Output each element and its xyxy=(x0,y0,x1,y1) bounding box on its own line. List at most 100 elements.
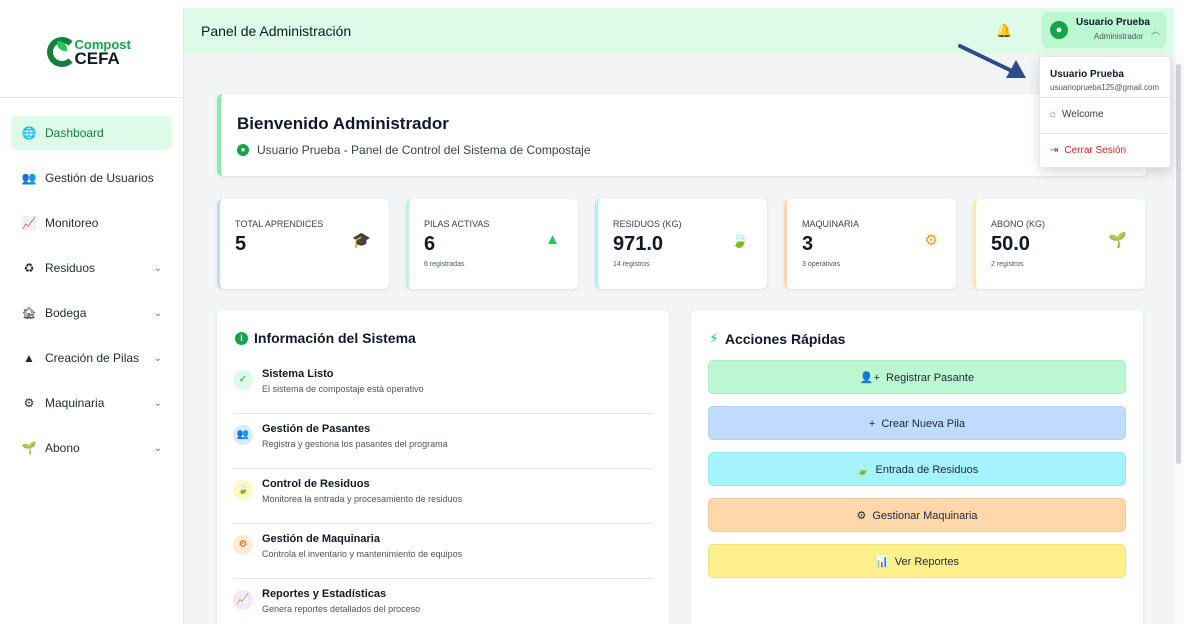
sidebar-item-residuos[interactable]: ♻ Residuos ⌄ xyxy=(11,251,172,285)
stat-value: 6 xyxy=(424,233,436,255)
user-dropdown-menu: Usuario Prueba usuarioprueba125@gmail.co… xyxy=(1039,56,1171,168)
bolt-icon: ⚡ xyxy=(709,330,719,346)
sidebar-item-label: Residuos xyxy=(45,261,96,275)
registrar-pasante-button[interactable]: 👤+ Registrar Pasante xyxy=(708,360,1126,394)
gestionar-maquinaria-button[interactable]: ⚙ Gestionar Maquinaria xyxy=(708,498,1126,532)
cogs-icon: ⚙ xyxy=(23,396,35,410)
stat-label: ABONO (KG) xyxy=(991,219,1046,229)
stat-label: MAQUINARIA xyxy=(802,219,860,229)
user-menu-button[interactable]: ● Usuario Prueba Administrador ︿ xyxy=(1042,12,1166,48)
entrada-residuos-button[interactable]: 🍃 Entrada de Residuos xyxy=(708,452,1126,486)
dropdown-user-name: Usuario Prueba xyxy=(1050,69,1124,80)
sidebar-item-abono[interactable]: 🌱 Abono ⌄ xyxy=(11,431,172,465)
welcome-title: Bienvenido Administrador xyxy=(237,114,449,133)
cogs-icon: ⚙ xyxy=(233,535,253,555)
divider xyxy=(1040,97,1170,98)
chevron-down-icon: ⌄ xyxy=(153,442,162,454)
info-item-title: Control de Residuos xyxy=(262,478,370,490)
chevron-down-icon: ⌄ xyxy=(153,397,162,409)
info-circle-icon: i xyxy=(235,331,248,345)
plus-icon: + xyxy=(868,418,876,430)
leaf-icon: 🍃 xyxy=(233,480,253,500)
info-item-title: Gestión de Pasantes xyxy=(262,423,371,435)
user-name: Usuario Prueba xyxy=(1076,17,1150,28)
chart-line-icon: 📈 xyxy=(21,216,37,230)
recycle-icon: ♻ xyxy=(23,261,35,275)
menu-item-logout[interactable]: ⇥ Cerrar Sesión xyxy=(1050,145,1126,156)
leaf-icon: 🍃 xyxy=(855,464,870,476)
cogs-icon: ⚙ xyxy=(924,232,938,249)
sidebar-item-maquinaria[interactable]: ⚙ Maquinaria ⌄ xyxy=(11,386,172,420)
sidebar-item-monitoreo[interactable]: 📈 Monitoreo xyxy=(11,206,172,240)
brand-logo[interactable]: Compost CEFA xyxy=(0,8,183,98)
chevron-down-icon: ⌄ xyxy=(153,262,162,274)
info-item-title: Sistema Listo xyxy=(262,368,334,380)
mountain-icon: ▲ xyxy=(23,351,35,365)
sidebar-item-label: Dashboard xyxy=(45,126,104,140)
stat-card-aprendices: TOTAL APRENDICES 5 🎓 xyxy=(217,199,389,289)
chart-area-icon: 📊 xyxy=(875,556,889,568)
list-item: ✓ Sistema Listo El sistema de compostaje… xyxy=(233,366,653,414)
sidebar-item-label: Maquinaria xyxy=(45,396,105,410)
sidebar-item-usuarios[interactable]: 👥 Gestión de Usuarios xyxy=(11,161,172,195)
stat-value: 50.0 xyxy=(991,233,1030,255)
list-item: 📈 Reportes y Estadísticas Genera reporte… xyxy=(233,586,653,624)
crear-pila-button[interactable]: + Crear Nueva Pila xyxy=(708,406,1126,440)
sidebar-item-pilas[interactable]: ▲ Creación de Pilas ⌄ xyxy=(11,341,172,375)
sidebar-item-dashboard[interactable]: 🌐 Dashboard xyxy=(11,116,172,150)
info-item-desc: El sistema de compostaje está operativo xyxy=(262,384,424,394)
stat-value: 5 xyxy=(235,233,247,255)
stat-label: RESIDUOS (KG) xyxy=(613,219,682,229)
info-item-desc: Genera reportes detallados del proceso xyxy=(262,604,421,614)
menu-item-welcome[interactable]: ⌂ Welcome xyxy=(1050,109,1104,120)
stat-card-abono: ABONO (KG) 50.0 2 registros 🌱 xyxy=(973,199,1145,289)
stat-card-maquinaria: MAQUINARIA 3 3 operativas ⚙ xyxy=(784,199,956,289)
sidebar-item-bodega[interactable]: 🏚 Bodega ⌄ xyxy=(11,296,172,330)
stat-label: TOTAL APRENDICES xyxy=(235,219,324,229)
info-title: Información del Sistema xyxy=(254,330,416,346)
divider xyxy=(1040,133,1170,134)
cogs-icon: ⚙ xyxy=(856,510,867,522)
annotation-arrow-icon xyxy=(958,44,1026,78)
leaf-icon: 🍃 xyxy=(730,232,749,249)
seedling-icon: 🌱 xyxy=(1108,232,1127,249)
scrollbar-thumb[interactable] xyxy=(1176,64,1181,464)
sign-out-icon: ⇥ xyxy=(1050,145,1059,156)
user-role: Administrador xyxy=(1094,32,1144,41)
check-icon: ✓ xyxy=(233,370,253,390)
chevron-down-icon: ⌄ xyxy=(153,352,162,364)
warehouse-icon: 🏚 xyxy=(21,306,37,320)
stat-note: 3 operativas xyxy=(802,261,841,268)
info-item-desc: Registra y gestiona los pasantes del pro… xyxy=(262,439,448,449)
stat-label: PILAS ACTIVAS xyxy=(424,219,490,229)
sidebar-item-label: Gestión de Usuarios xyxy=(45,171,154,185)
stat-value: 3 xyxy=(802,233,814,255)
chevron-down-icon: ⌄ xyxy=(153,307,162,319)
ver-reportes-button[interactable]: 📊 Ver Reportes xyxy=(708,544,1126,578)
list-item: ⚙ Gestión de Maquinaria Controla el inve… xyxy=(233,531,653,579)
globe-icon: 🌐 xyxy=(21,126,37,140)
seedling-icon: 🌱 xyxy=(21,441,37,455)
info-item-desc: Controla el inventario y mantenimiento d… xyxy=(262,549,463,559)
list-item: 👥 Gestión de Pasantes Registra y gestion… xyxy=(233,421,653,469)
info-item-desc: Monitorea la entrada y procesamiento de … xyxy=(262,494,463,504)
scrollbar[interactable] xyxy=(1174,54,1184,624)
welcome-card: Bienvenido Administrador ● Usuario Prueb… xyxy=(217,94,1147,176)
list-item: 🍃 Control de Residuos Monitorea la entra… xyxy=(233,476,653,524)
home-icon: ⌂ xyxy=(1050,109,1057,120)
info-panel: i Información del Sistema ✓ Sistema List… xyxy=(217,310,669,624)
stat-card-pilas: PILAS ACTIVAS 6 6 registradas ▲ xyxy=(406,199,578,289)
stat-note: 2 registros xyxy=(991,261,1024,268)
welcome-subtitle: Usuario Prueba - Panel de Control del Si… xyxy=(257,143,591,157)
graduation-cap-icon: 🎓 xyxy=(352,232,371,249)
chevron-up-icon: ︿ xyxy=(1150,26,1160,36)
stat-value: 971.0 xyxy=(613,233,664,255)
dropdown-user-email: usuarioprueba125@gmail.com xyxy=(1050,83,1160,92)
user-plus-icon: 👤+ xyxy=(859,372,881,384)
bell-icon[interactable]: 🔔 xyxy=(996,23,1012,39)
sidebar-item-label: Abono xyxy=(45,441,80,455)
info-item-title: Reportes y Estadísticas xyxy=(262,588,387,600)
brand-line2: CEFA xyxy=(74,48,120,68)
user-circle-icon: ● xyxy=(237,144,249,156)
sidebar-item-label: Bodega xyxy=(45,306,87,320)
